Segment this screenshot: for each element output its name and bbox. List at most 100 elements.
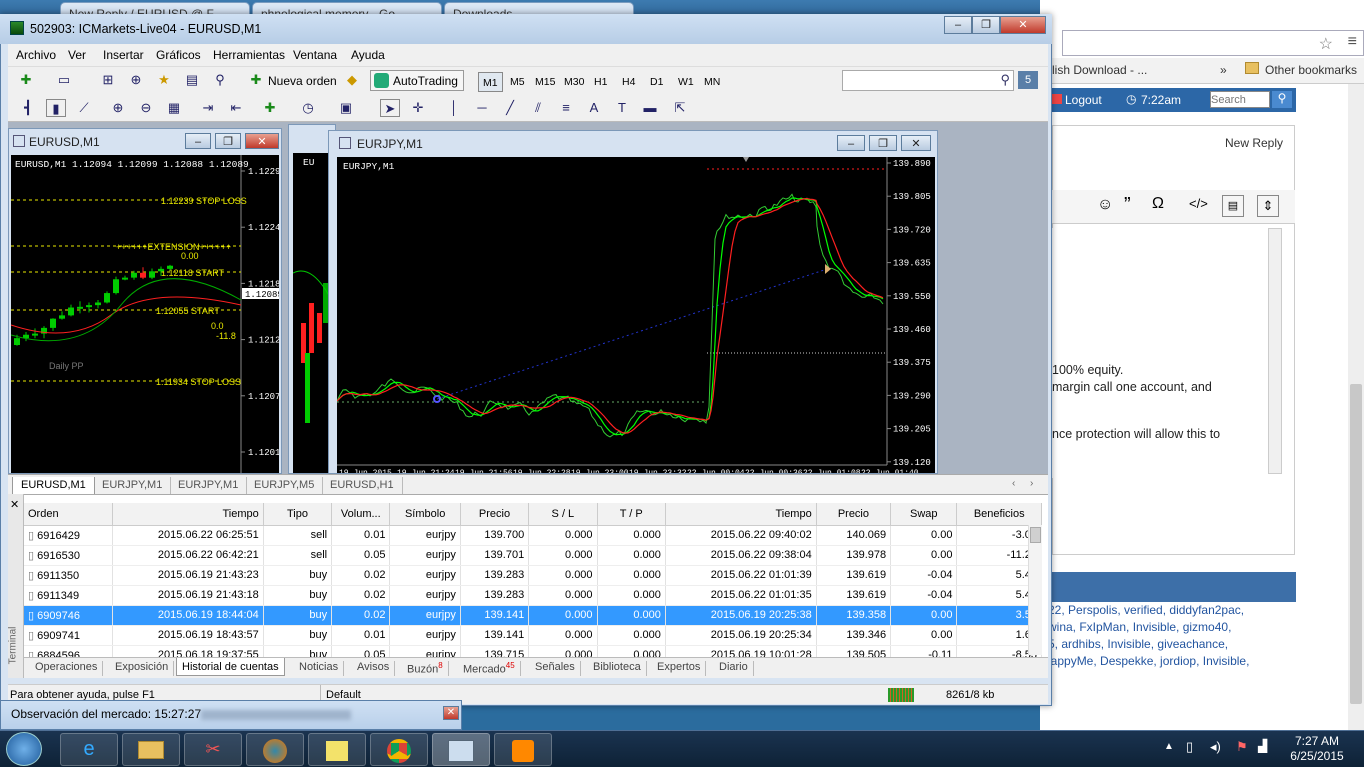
taskbar-explorer-icon[interactable] (122, 733, 180, 766)
taskbar-clock[interactable]: 7:27 AM 6/25/2015 (1272, 734, 1362, 764)
chart-close-button[interactable]: ✕ (245, 133, 279, 149)
column-header[interactable]: Precio (460, 503, 530, 526)
column-header[interactable]: Tiempo (112, 503, 264, 526)
search-icon[interactable]: ⚲ (1272, 91, 1292, 108)
navigator-icon[interactable]: ⊕ (126, 71, 146, 89)
menu-icon[interactable]: ≡ (1348, 33, 1357, 51)
menu-ver[interactable]: Ver (68, 48, 86, 62)
table-row[interactable]: ▯ 6916530 2015.06.22 06:42:21 sell 0.05 eurj… (24, 545, 1042, 566)
chart-tab[interactable]: EURJPY,M1 (94, 477, 172, 495)
chart-close-button[interactable]: ✕ (901, 135, 931, 151)
channel-icon[interactable]: ⫽ (528, 99, 548, 117)
online-users-line[interactable]: wina, FxIpMan, Invisible, gizmo40, (1048, 619, 1288, 636)
mailbox-badge[interactable]: 5 (1018, 71, 1038, 89)
new-order-icon[interactable]: ✚ (246, 71, 266, 89)
autoscroll-icon[interactable]: ⇥ (198, 99, 218, 117)
mt4-maximize-button[interactable]: ❐ (972, 16, 1000, 34)
chart-window-eurusd[interactable]: EURUSD,M1 – ❐ ✕ 1.122951.122401.121801.1… (8, 128, 282, 474)
templates-icon[interactable]: ▣ (336, 99, 356, 117)
logout-link[interactable]: Logout (1065, 93, 1102, 107)
column-header[interactable]: Tiempo (665, 503, 817, 526)
timeframe-m5[interactable]: M5 (506, 72, 529, 92)
tab-scroll-right-icon[interactable]: › (1030, 478, 1033, 489)
column-header[interactable]: Símbolo (389, 503, 461, 526)
table-row[interactable]: ▯ 6909741 2015.06.19 18:43:57 buy 0.01 eurjp… (24, 625, 1042, 646)
tab-historial[interactable]: Historial de cuentas (176, 658, 285, 676)
indicators-icon[interactable]: ✚ (260, 99, 280, 117)
rectangle-icon[interactable]: ▬ (640, 99, 660, 117)
chart-window-eurjpy[interactable]: EURJPY,M1 – ❐ ✕ 139.890 139.805 139.720 139… (328, 130, 938, 474)
tab-avisos[interactable]: Avisos (352, 661, 396, 676)
taskbar-chrome-icon[interactable] (370, 733, 428, 766)
online-users-line[interactable]: lappyMe, Despekke, jordiop, Invisible, (1048, 653, 1288, 670)
mt4-close-button[interactable]: ✕ (1000, 16, 1046, 34)
market-watch-close-button[interactable]: ✕ (443, 706, 459, 720)
browser-scrollbar[interactable] (1348, 84, 1364, 730)
volume-icon[interactable]: ◂) (1210, 739, 1221, 755)
text-label-icon[interactable]: T (612, 99, 632, 117)
chart-minimize-button[interactable]: – (837, 135, 865, 151)
tab-expertos[interactable]: Expertos (652, 661, 707, 676)
new-order-button[interactable]: Nueva orden (268, 74, 337, 88)
column-header[interactable]: T / P (597, 503, 666, 526)
document-icon[interactable]: ▤ (1222, 195, 1244, 217)
quote-icon[interactable]: ” (1124, 194, 1131, 217)
scroll-thumb[interactable] (1030, 527, 1041, 543)
online-users-line[interactable]: 22, Perspolis, verified, diddyfan2pac, (1048, 602, 1288, 619)
taskbar-media-icon[interactable] (494, 733, 552, 766)
terminal-icon[interactable]: ▤ (182, 71, 202, 89)
chart-tab[interactable]: EURUSD,H1 (322, 477, 403, 495)
taskbar-firefox-icon[interactable] (246, 733, 304, 766)
chart-maximize-button[interactable]: ❐ (215, 133, 241, 149)
timeframe-w1[interactable]: W1 (674, 72, 698, 92)
taskbar-ie-icon[interactable]: e (60, 733, 118, 766)
symbol-search-input[interactable]: ⚲ (842, 70, 1014, 91)
market-watch-icon[interactable]: ⊞ (98, 71, 118, 89)
timeframe-m1[interactable]: M1 (478, 72, 503, 92)
column-header[interactable]: Precio (816, 503, 892, 526)
profiles-icon[interactable]: ▭ (54, 71, 74, 89)
column-header[interactable]: Tipo (263, 503, 333, 526)
autotrading-button[interactable]: AutoTrading (370, 70, 464, 91)
star-icon[interactable]: ☆ (1319, 34, 1333, 54)
chart-tab[interactable]: EURUSD,M1 (12, 477, 95, 495)
tester-icon[interactable]: ⚲ (210, 71, 230, 89)
menu-insertar[interactable]: Insertar (103, 48, 144, 62)
arrows-icon[interactable]: ⇱ (670, 99, 690, 117)
search-icon[interactable]: ⚲ (1000, 72, 1010, 88)
omega-icon[interactable]: Ω (1152, 195, 1164, 213)
timeframe-h1[interactable]: H1 (590, 72, 611, 92)
column-header[interactable]: Swap (890, 503, 958, 526)
table-row[interactable]: ▯ 6909746 2015.06.19 18:44:04 buy 0.02 eurjp… (24, 605, 1042, 626)
cursor-icon[interactable]: ➤ (380, 99, 400, 117)
address-bar[interactable]: ☆ ≡ (1062, 30, 1364, 56)
chart-tab[interactable]: EURJPY,M5 (246, 477, 324, 495)
chart-tab[interactable]: EURJPY,M1 (170, 477, 248, 495)
code-icon[interactable]: </> (1189, 196, 1208, 211)
editor-textarea[interactable]: 100% equity. margin call one account, an… (1052, 228, 1270, 478)
online-users-line[interactable]: 5, ardhibs, Invisible, giveachance, (1048, 636, 1288, 653)
timeframe-m15[interactable]: M15 (531, 72, 559, 92)
column-header[interactable]: Volum... (331, 503, 391, 526)
text-icon[interactable]: A (584, 99, 604, 117)
tab-operaciones[interactable]: Operaciones (30, 661, 104, 676)
favorites-icon[interactable]: ★ (154, 71, 174, 89)
new-chart-icon[interactable]: ✚ (16, 71, 36, 89)
editor-scrollbar[interactable] (1268, 228, 1282, 474)
trendline-icon[interactable]: ╱ (500, 99, 520, 117)
menu-ayuda[interactable]: Ayuda (351, 48, 385, 62)
taskbar-snipping-icon[interactable]: ✂ (184, 733, 242, 766)
eurusd-chart[interactable]: 1.12295 1.12240 1.12180 1.12125 1.12070 1.120… (11, 155, 279, 473)
menu-graficos[interactable]: Gráficos (156, 48, 201, 62)
timeframe-h4[interactable]: H4 (618, 72, 639, 92)
table-row[interactable]: ▯ 6916429 2015.06.22 06:25:51 sell 0.01 eurj… (24, 525, 1042, 546)
mid-chart[interactable]: EU (293, 153, 333, 473)
line-chart-icon[interactable]: ⟋ (74, 99, 94, 117)
column-header[interactable]: Orden (24, 503, 113, 526)
zoom-out-icon[interactable]: ⊖ (136, 99, 156, 117)
show-hidden-icons[interactable]: ▲ (1164, 741, 1174, 752)
fibonacci-icon[interactable]: ≡ (556, 99, 576, 117)
menu-ventana[interactable]: Ventana (293, 48, 337, 62)
menu-archivo[interactable]: Archivo (16, 48, 56, 62)
table-row[interactable]: ▯ 6911349 2015.06.19 21:43:18 buy 0.02 eurjp… (24, 585, 1042, 606)
